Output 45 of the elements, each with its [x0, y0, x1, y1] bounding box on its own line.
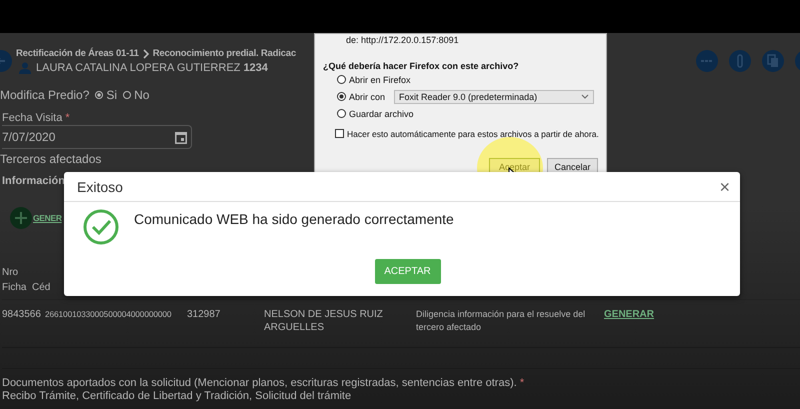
radio-button[interactable]	[95, 91, 104, 99]
column-header: Nro Ficha	[2, 266, 28, 295]
generate-link[interactable]: GENER	[33, 213, 62, 223]
radio-button[interactable]	[337, 92, 346, 101]
close-button[interactable]: ×	[715, 178, 734, 196]
radio-button[interactable]	[337, 109, 346, 118]
dialog-title: Exitoso	[77, 178, 123, 194]
radio-button[interactable]	[123, 91, 132, 99]
generate-link[interactable]: GENERAR	[604, 308, 724, 347]
user-name: LAURA CATALINA LOPERA GUTIERREZ 1234	[36, 62, 268, 74]
check-circle-icon	[83, 209, 119, 245]
table-cell-text: 312987	[187, 308, 222, 322]
radio-label: Abrir con	[349, 92, 386, 102]
dialog-message: Comunicado WEB ha sido generado correctamente	[134, 211, 454, 227]
dialog-question: ¿Qué debería hacer Firefox con este archivo?	[323, 61, 520, 71]
breadcrumb-item[interactable]: Rectificación de Áreas 01-11	[16, 48, 139, 59]
column-header: Céd	[32, 281, 52, 295]
paperclip-icon[interactable]	[729, 50, 751, 72]
table-cell-text: NELSON DE JESUS RUIZ ARGUELLES	[264, 308, 384, 335]
app-select[interactable]: Foxit Reader 9.0 (predeterminada)	[394, 90, 594, 104]
radio-button[interactable]	[337, 75, 346, 84]
person-icon	[19, 62, 31, 74]
add-icon[interactable]	[10, 207, 32, 229]
field-value: Recibo Trámite, Certificado de Libertad y Tradición, Solicitud del trámite	[2, 390, 352, 403]
chevron-down-icon	[581, 94, 590, 99]
source-url: http://172.20.0.157:8091	[361, 35, 459, 45]
section-title: Información	[2, 175, 65, 187]
calendar-icon[interactable]	[175, 130, 187, 144]
field-label: Modifica Predio?	[0, 88, 90, 102]
source-label: de:	[346, 35, 359, 45]
field-label: Fecha Visita *	[2, 112, 70, 124]
radio-label: Abrir en Firefox	[349, 74, 411, 84]
field-label: Documentos aportados con la solicitud (Mencionar planos, escrituras registradas, sentencias entre otras). *	[2, 377, 526, 390]
date-field[interactable]: 7/07/2020	[2, 125, 192, 149]
table-cell-text: 9843566	[2, 308, 42, 322]
table-cell-text: 2661001033000500004000000000	[45, 308, 172, 321]
radio-label: Si	[106, 88, 118, 102]
section-label: Terceros afectados	[0, 152, 102, 166]
chevron-right-icon	[142, 48, 150, 58]
checkbox-label: Hacer esto automáticamente para estos archivos a partir de ahora.	[347, 128, 599, 138]
radio-label: Guardar archivo	[349, 108, 414, 118]
radio-label: No	[134, 88, 150, 102]
checkbox[interactable]	[335, 129, 344, 138]
breadcrumb-item[interactable]: Reconocimiento predial. Radicac	[152, 48, 296, 59]
table-cell-text: Diligencia información para el resuelve del tercero afectado	[416, 308, 586, 334]
